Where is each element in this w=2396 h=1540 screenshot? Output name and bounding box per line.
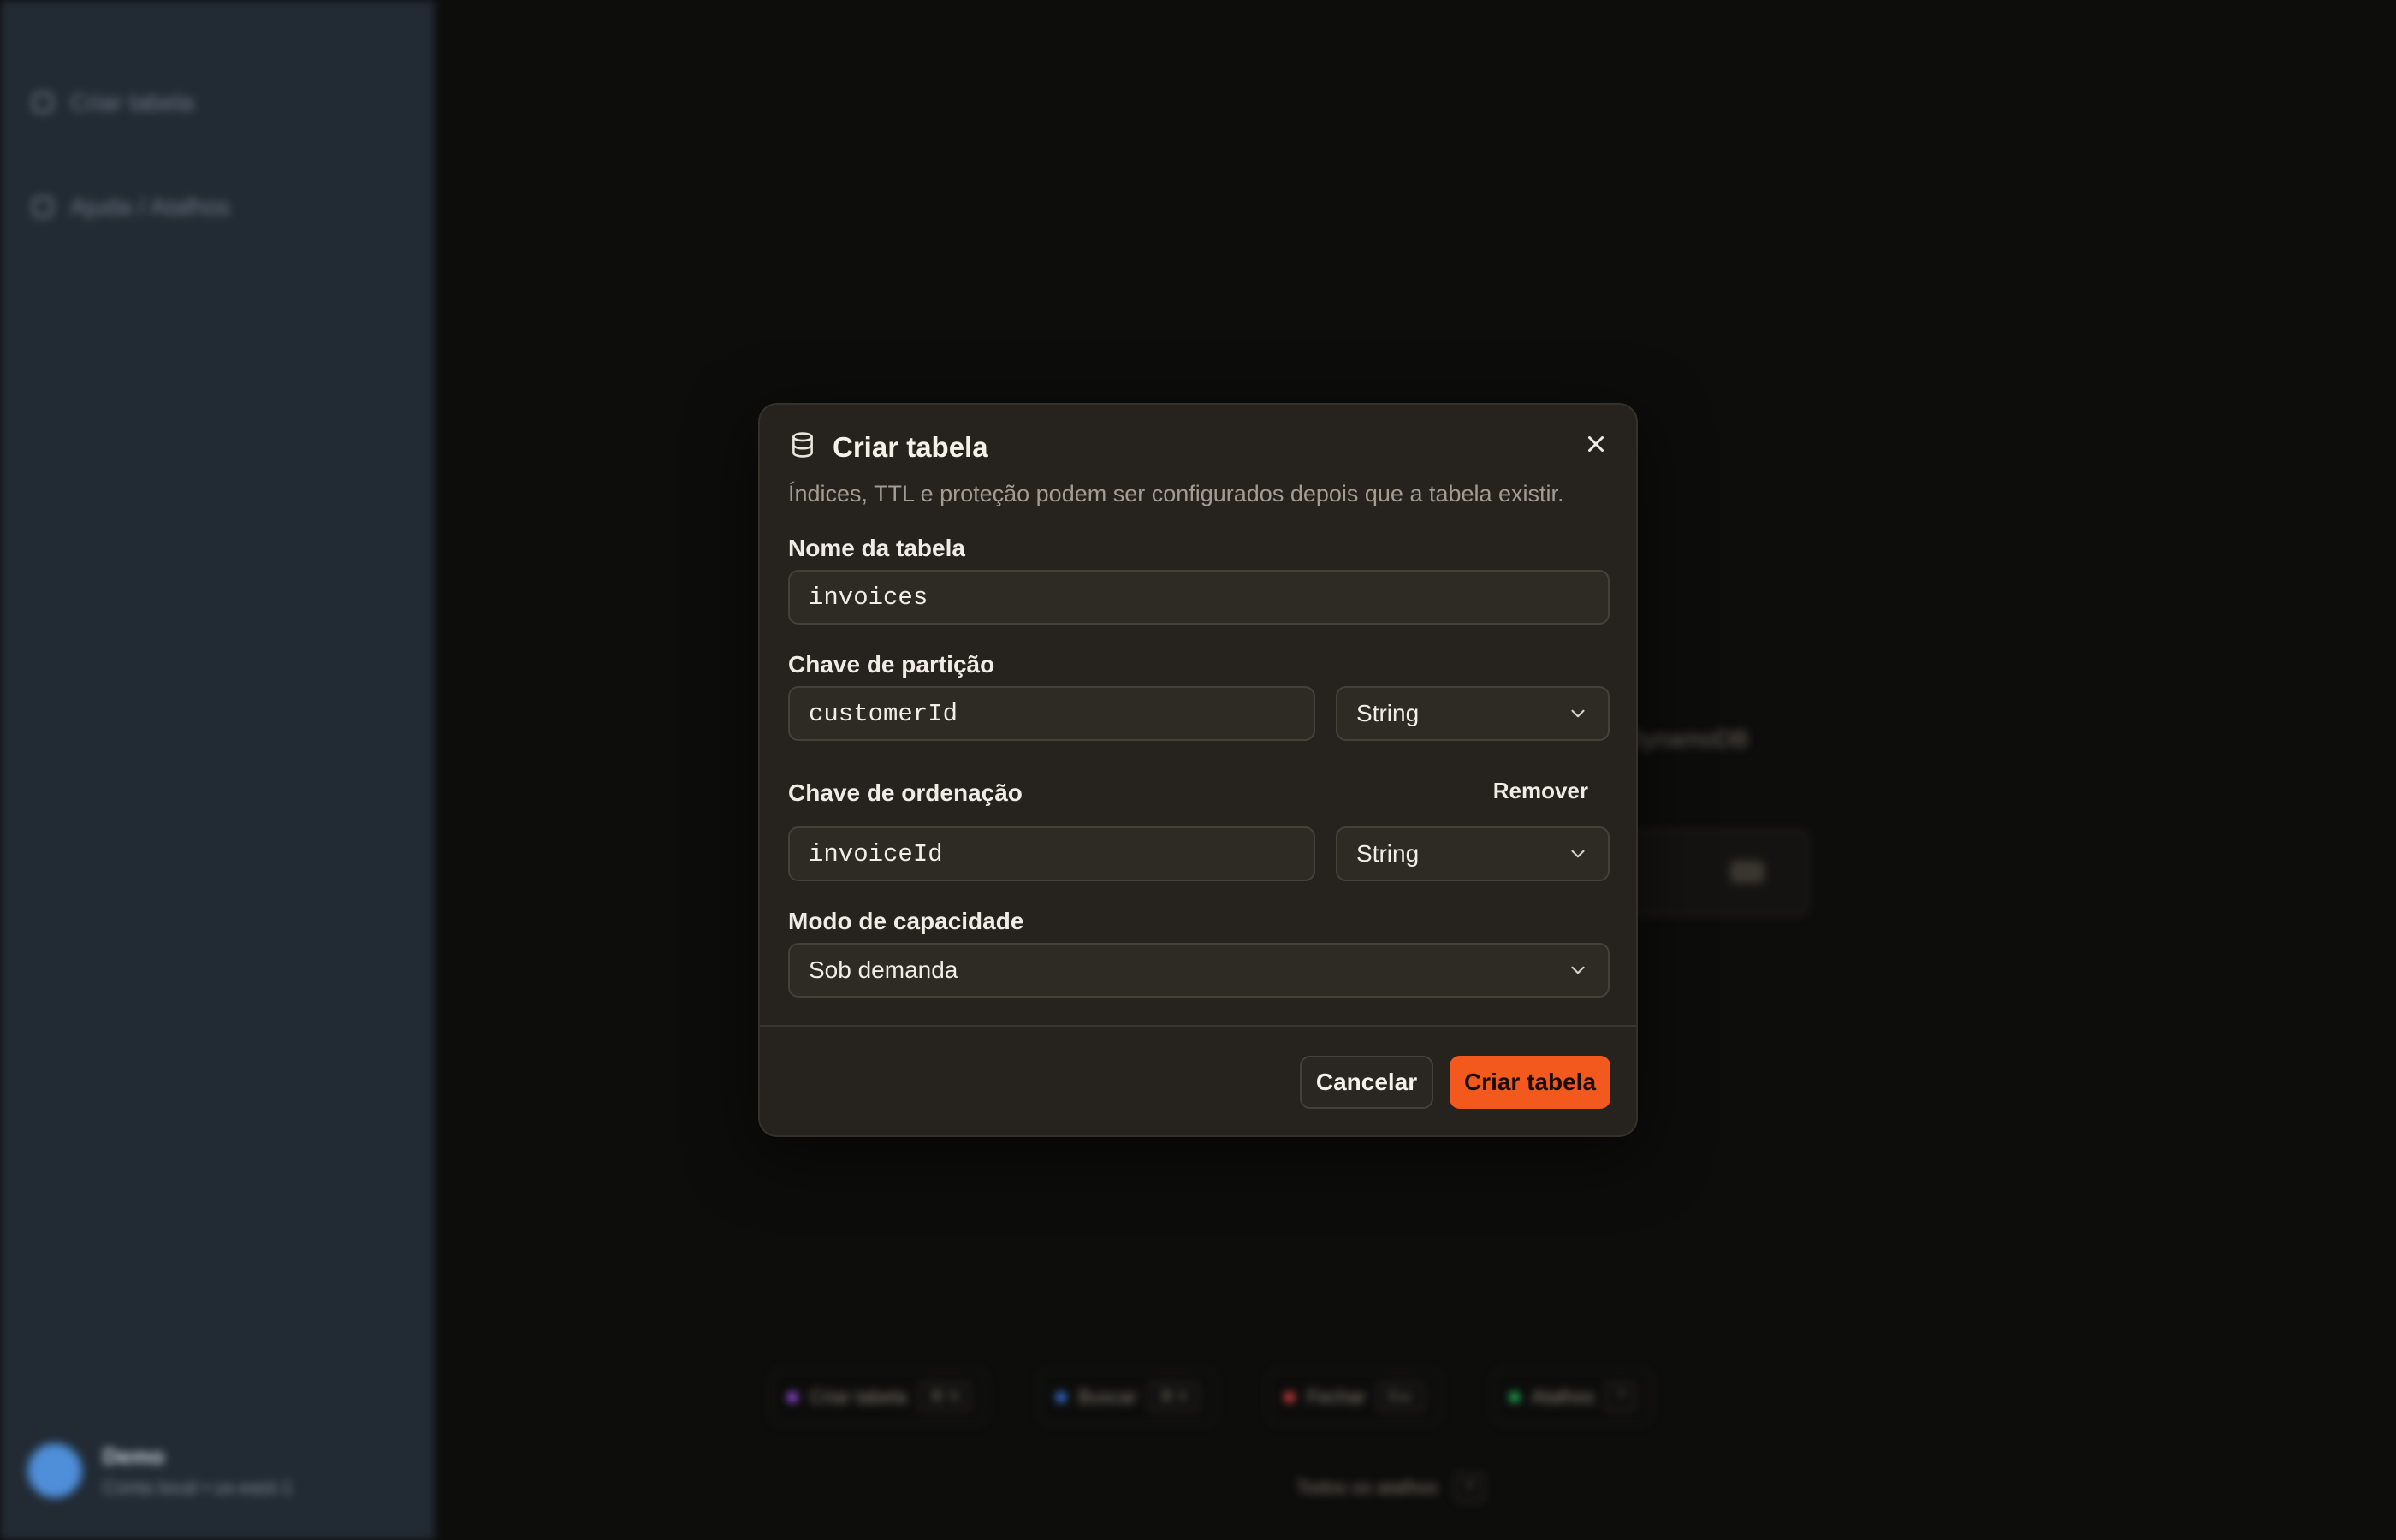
shortcut-bar: Criar tabela ⌘ N Buscar ⌘ K Fechar Esc A… [770, 1369, 1653, 1424]
sidebar: Criar tabela Ajuda / Atalhos Demo Conta … [0, 0, 435, 1540]
capacity-mode-label: Modo de capacidade [788, 908, 1024, 934]
footer-divider [760, 1025, 1636, 1027]
dot-icon [787, 1391, 798, 1402]
sidebar-item-label: Criar tabela [70, 89, 194, 116]
close-button[interactable] [1579, 427, 1613, 461]
database-icon [788, 430, 817, 464]
kbd-badge [1730, 861, 1764, 883]
chevron-down-icon [1571, 709, 1585, 718]
footer-key: ? [1455, 1473, 1485, 1502]
capacity-mode-select[interactable]: Sob demanda [788, 943, 1610, 998]
shortcut-close[interactable]: Fechar Esc [1267, 1369, 1441, 1424]
user-subtitle: Conta local • us-east-1 [103, 1476, 293, 1498]
dialog-header: Criar tabela Índices, TTL e proteção pod… [788, 430, 1608, 507]
shortcut-label: Atalhos [1531, 1385, 1595, 1407]
help-icon [33, 197, 53, 217]
sort-key-type-select[interactable]: String [1336, 826, 1610, 881]
avatar [26, 1442, 84, 1500]
shortcut-key: ⌘ K [1148, 1383, 1200, 1411]
select-value: Sob demanda [809, 957, 958, 983]
close-icon [1588, 436, 1604, 452]
partition-key-input[interactable]: customerId [788, 686, 1315, 741]
dot-icon [1509, 1391, 1520, 1402]
shortcut-create[interactable]: Criar tabela ⌘ N [770, 1369, 987, 1424]
user-profile[interactable]: Demo Conta local • us-east-1 [26, 1442, 293, 1500]
dot-icon [1055, 1391, 1066, 1402]
sort-key-input[interactable]: invoiceId [788, 826, 1315, 881]
select-value: String [1356, 700, 1420, 726]
dialog-title: Criar tabela [833, 430, 988, 463]
dialog-description: Índices, TTL e proteção podem ser config… [788, 481, 1564, 506]
table-name-label: Nome da tabela [788, 535, 965, 561]
sort-key-label: Chave de ordenação [788, 779, 1023, 806]
sidebar-item-help[interactable]: Ajuda / Atalhos [33, 193, 230, 221]
footer-label: Todos os atalhos [1296, 1476, 1438, 1498]
main-text: DynamoDB [1626, 726, 1749, 752]
shortcut-key: Esc [1377, 1383, 1424, 1411]
dot-icon [1284, 1391, 1296, 1402]
partition-key-label: Chave de partição [788, 651, 995, 678]
shortcut-label: Fechar [1307, 1385, 1366, 1407]
user-name: Demo [103, 1442, 165, 1469]
main-card [1609, 830, 1809, 915]
cancel-button[interactable]: Cancelar [1300, 1056, 1433, 1109]
remove-sort-key-button[interactable]: Remover [1493, 778, 1588, 804]
table-name-input[interactable]: invoices [788, 570, 1610, 625]
chevron-down-icon [1571, 966, 1585, 974]
chevron-down-icon [1571, 850, 1585, 858]
shortcut-key: ? [1606, 1383, 1636, 1411]
shortcut-key: ⌘ N [918, 1383, 970, 1411]
partition-key-type-select[interactable]: String [1336, 686, 1610, 741]
shortcut-help[interactable]: Atalhos ? [1492, 1369, 1653, 1424]
shortcut-label: Buscar [1077, 1385, 1137, 1407]
sidebar-item-create-table[interactable]: Criar tabela [33, 89, 194, 116]
footer-hint: Todos os atalhos ? [1296, 1473, 1485, 1502]
shortcut-label: Criar tabela [810, 1385, 907, 1407]
create-table-button[interactable]: Criar tabela [1450, 1056, 1610, 1109]
shortcut-search[interactable]: Buscar ⌘ K [1038, 1369, 1217, 1424]
select-value: String [1356, 840, 1420, 867]
create-table-dialog: Criar tabela Índices, TTL e proteção pod… [758, 403, 1638, 1137]
plus-icon [33, 92, 53, 113]
sidebar-item-label: Ajuda / Atalhos [70, 193, 230, 220]
